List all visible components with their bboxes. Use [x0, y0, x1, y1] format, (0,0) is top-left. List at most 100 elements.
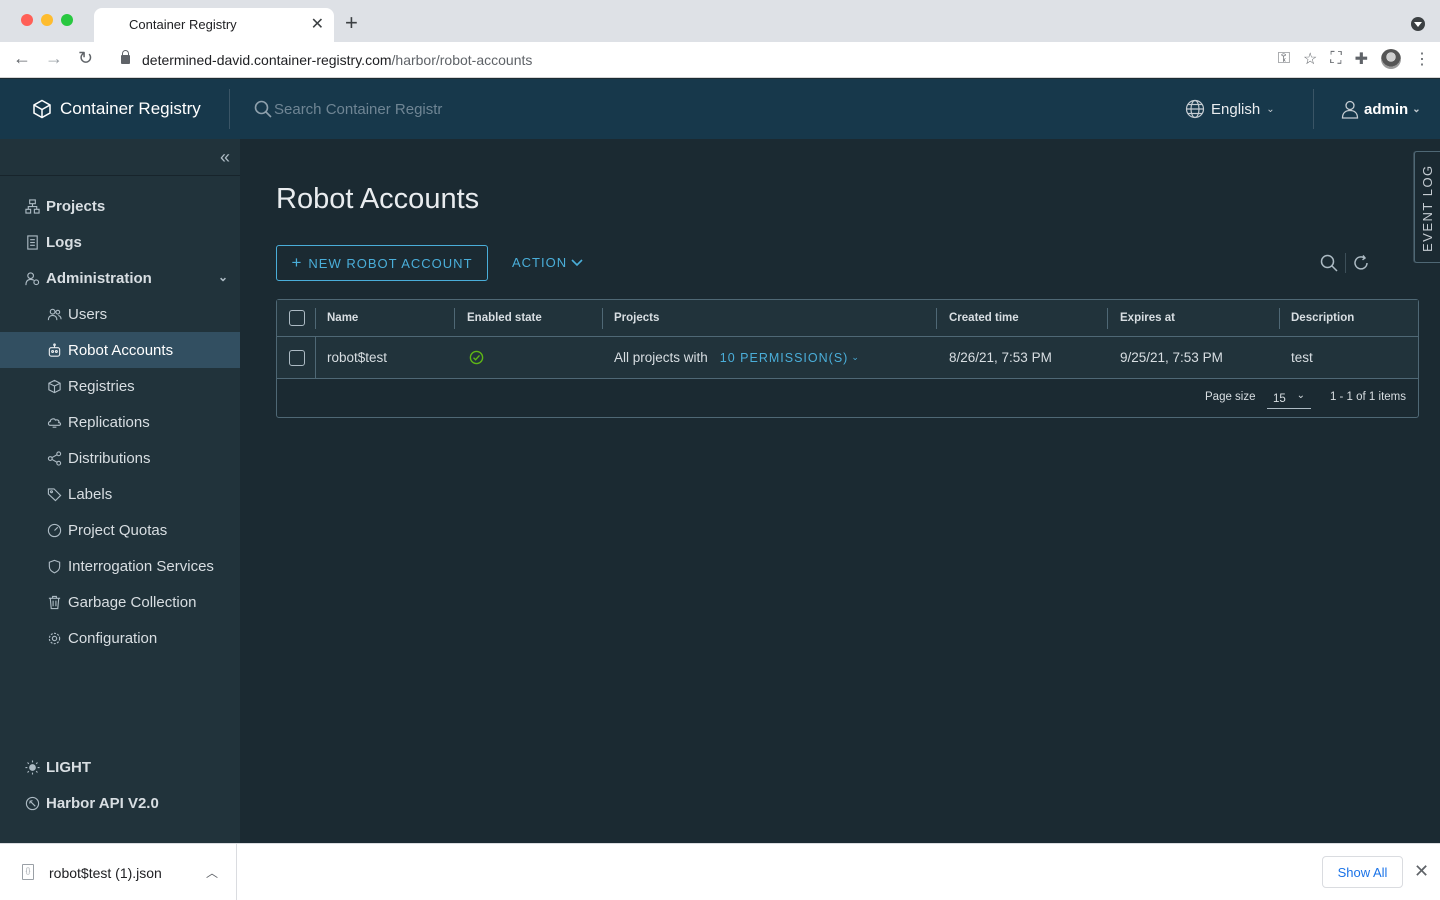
global-search-input[interactable] — [274, 97, 534, 121]
trash-icon — [46, 594, 62, 610]
close-icon[interactable]: ✕ — [1414, 861, 1429, 882]
sidebar-item-label: Logs — [46, 233, 82, 251]
sidebar-item-labels[interactable]: Labels — [0, 476, 240, 512]
profile-avatar[interactable] — [1381, 49, 1401, 69]
tab-search-icon[interactable] — [1411, 17, 1425, 31]
refresh-icon[interactable] — [1352, 254, 1370, 272]
page-title: Robot Accounts — [276, 183, 480, 215]
logo-icon[interactable] — [32, 99, 52, 119]
sidebar-item-logs[interactable]: Logs — [0, 224, 240, 260]
event-log-tab[interactable]: EVENT LOG — [1414, 151, 1440, 263]
page-size-label: Page size — [1205, 391, 1256, 403]
chevron-down-icon: ⌄ — [217, 270, 228, 284]
sidebar-item-label: Labels — [68, 485, 113, 503]
column-header-projects[interactable]: Projects — [614, 300, 659, 336]
star-icon[interactable]: ☆ — [1303, 49, 1317, 69]
column-header-name[interactable]: Name — [327, 300, 358, 336]
theme-toggle[interactable]: LIGHT — [24, 759, 91, 776]
chevron-up-icon[interactable]: ︿ — [206, 864, 218, 881]
projects-icon — [24, 198, 40, 214]
lock-icon[interactable] — [121, 50, 130, 64]
column-divider — [315, 337, 316, 379]
screenshot-icon[interactable]: ⛶ — [1330, 50, 1341, 68]
column-header-created-time[interactable]: Created time — [949, 300, 1019, 336]
collapse-sidebar-icon[interactable]: « — [220, 147, 230, 168]
key-icon[interactable]: ⚿ — [1278, 50, 1290, 68]
header-divider — [1313, 89, 1314, 129]
window-maximize-button[interactable] — [61, 14, 73, 26]
new-robot-account-button[interactable]: + NEW ROBOT ACCOUNT — [276, 245, 488, 281]
users-icon — [46, 306, 62, 322]
forward-icon[interactable]: → — [45, 48, 63, 69]
expires-at: 9/25/21, 7:53 PM — [1120, 350, 1223, 365]
url-field[interactable]: determined-david.container-registry.com/… — [142, 52, 532, 68]
sidebar-item-garbage-collection[interactable]: Garbage Collection — [0, 584, 240, 620]
permissions-dropdown[interactable]: 10 PERMISSION(S) ⌄ — [720, 351, 860, 365]
show-all-button[interactable]: Show All — [1322, 856, 1403, 888]
search-icon[interactable] — [1320, 254, 1338, 272]
column-divider — [315, 308, 316, 329]
harbor-api-link[interactable]: Harbor API V2.0 — [24, 795, 159, 812]
sidebar-item-projects[interactable]: Projects — [0, 188, 240, 224]
sidebar-item-label: Project Quotas — [68, 521, 168, 539]
row-checkbox[interactable] — [289, 349, 305, 366]
file-icon: {} — [22, 864, 34, 880]
robot-name: robot$test — [327, 350, 388, 365]
new-robot-account-label: NEW ROBOT ACCOUNT — [308, 255, 473, 271]
extensions-icon[interactable]: ✚ — [1355, 49, 1368, 69]
item-count: 1 - 1 of 1 items — [1329, 391, 1406, 403]
table-row[interactable]: robot$test All projects with 10 PERMISSI… — [277, 337, 1418, 379]
check-circle-icon — [469, 350, 484, 365]
reload-icon[interactable]: ↻ — [78, 48, 93, 69]
back-icon[interactable]: ← — [13, 48, 31, 69]
select-all-checkbox[interactable] — [289, 310, 305, 326]
sidebar-item-distributions[interactable]: Distributions — [0, 440, 240, 476]
projects-cell: All projects with 10 PERMISSION(S) ⌄ — [614, 337, 860, 378]
user-menu[interactable]: admin ⌄ — [1340, 99, 1421, 119]
sidebar-item-interrogation-services[interactable]: Interrogation Services — [0, 548, 240, 584]
brand-title[interactable]: Container Registry — [60, 99, 201, 119]
download-item[interactable]: {} robot$test (1).json ︿ — [0, 844, 237, 900]
administration-icon — [24, 270, 40, 286]
sidebar-item-users[interactable]: Users — [0, 296, 240, 332]
username: admin — [1364, 100, 1409, 118]
browser-tab[interactable]: Container Registry ✕ — [94, 8, 334, 42]
sidebar-item-configuration[interactable]: Configuration — [0, 620, 240, 656]
column-divider — [454, 308, 455, 329]
downloads-bar: {} robot$test (1).json ︿ Show All ✕ — [0, 843, 1440, 900]
globe-icon — [1185, 99, 1205, 119]
toolbar-divider — [1345, 253, 1346, 273]
sidebar-item-robot-accounts[interactable]: Robot Accounts — [0, 332, 240, 368]
search-icon — [254, 100, 272, 118]
column-header-description[interactable]: Description — [1291, 300, 1354, 336]
sidebar-item-administration[interactable]: Administration ⌄ — [0, 260, 240, 296]
chevron-down-icon: ⌄ — [851, 352, 860, 362]
sidebar-divider — [0, 175, 240, 176]
window-minimize-button[interactable] — [41, 14, 53, 26]
download-filename: robot$test (1).json — [49, 865, 162, 881]
browser-menu-icon[interactable]: ⋮ — [1414, 49, 1430, 69]
sun-icon — [24, 760, 40, 776]
tab-close-icon[interactable]: ✕ — [311, 14, 324, 34]
language-selector[interactable]: English ⌄ — [1185, 99, 1275, 119]
page-size-select[interactable]: 15 ⌄ — [1267, 387, 1311, 409]
sidebar-item-project-quotas[interactable]: Project Quotas — [0, 512, 240, 548]
robot-icon — [46, 342, 62, 358]
address-bar: ← → ↻ determined-david.container-registr… — [0, 42, 1440, 78]
table-header: Name Enabled state Projects Created time… — [277, 300, 1418, 337]
url-path: /harbor/robot-accounts — [391, 52, 533, 68]
tab-title: Container Registry — [129, 17, 237, 32]
action-dropdown[interactable]: ACTION — [512, 255, 583, 270]
column-header-enabled-state[interactable]: Enabled state — [467, 300, 542, 336]
new-tab-button[interactable]: + — [345, 12, 358, 34]
sidebar-item-label: Garbage Collection — [68, 593, 197, 611]
select-all-cell — [289, 300, 305, 336]
sidebar-item-registries[interactable]: Registries — [0, 368, 240, 404]
sidebar-item-label: Robot Accounts — [68, 341, 174, 359]
gear-icon — [46, 630, 62, 646]
sidebar-item-replications[interactable]: Replications — [0, 404, 240, 440]
column-header-expires-at[interactable]: Expires at — [1120, 300, 1175, 336]
registries-icon — [46, 378, 62, 394]
url-host: determined-david.container-registry.com — [142, 52, 392, 68]
window-close-button[interactable] — [21, 14, 33, 26]
